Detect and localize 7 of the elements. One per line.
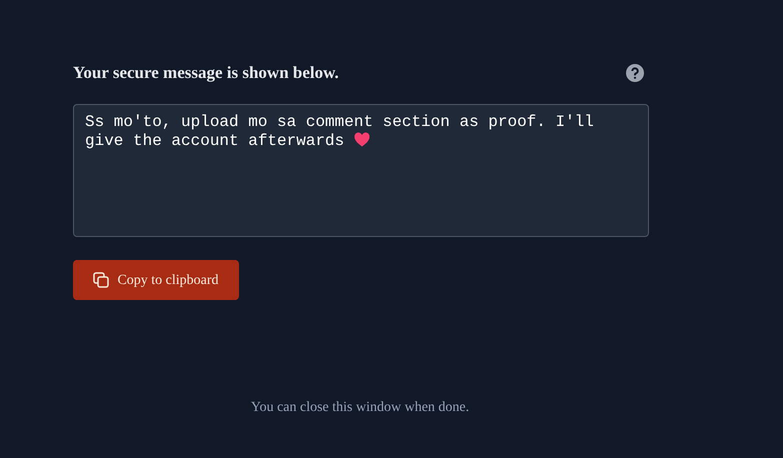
heading: Your secure message is shown below.: [73, 62, 339, 84]
heart-icon: [354, 132, 370, 147]
copy-icon: [93, 272, 110, 288]
footer-text: You can close this window when done.: [250, 399, 470, 417]
message-field[interactable]: Ss mo'to, upload mo sa comment section as proof. I'll give the account afterwards: [73, 104, 649, 237]
copy-button[interactable]: Copy to clipboard: [73, 260, 239, 300]
help-icon[interactable]: [626, 64, 644, 82]
